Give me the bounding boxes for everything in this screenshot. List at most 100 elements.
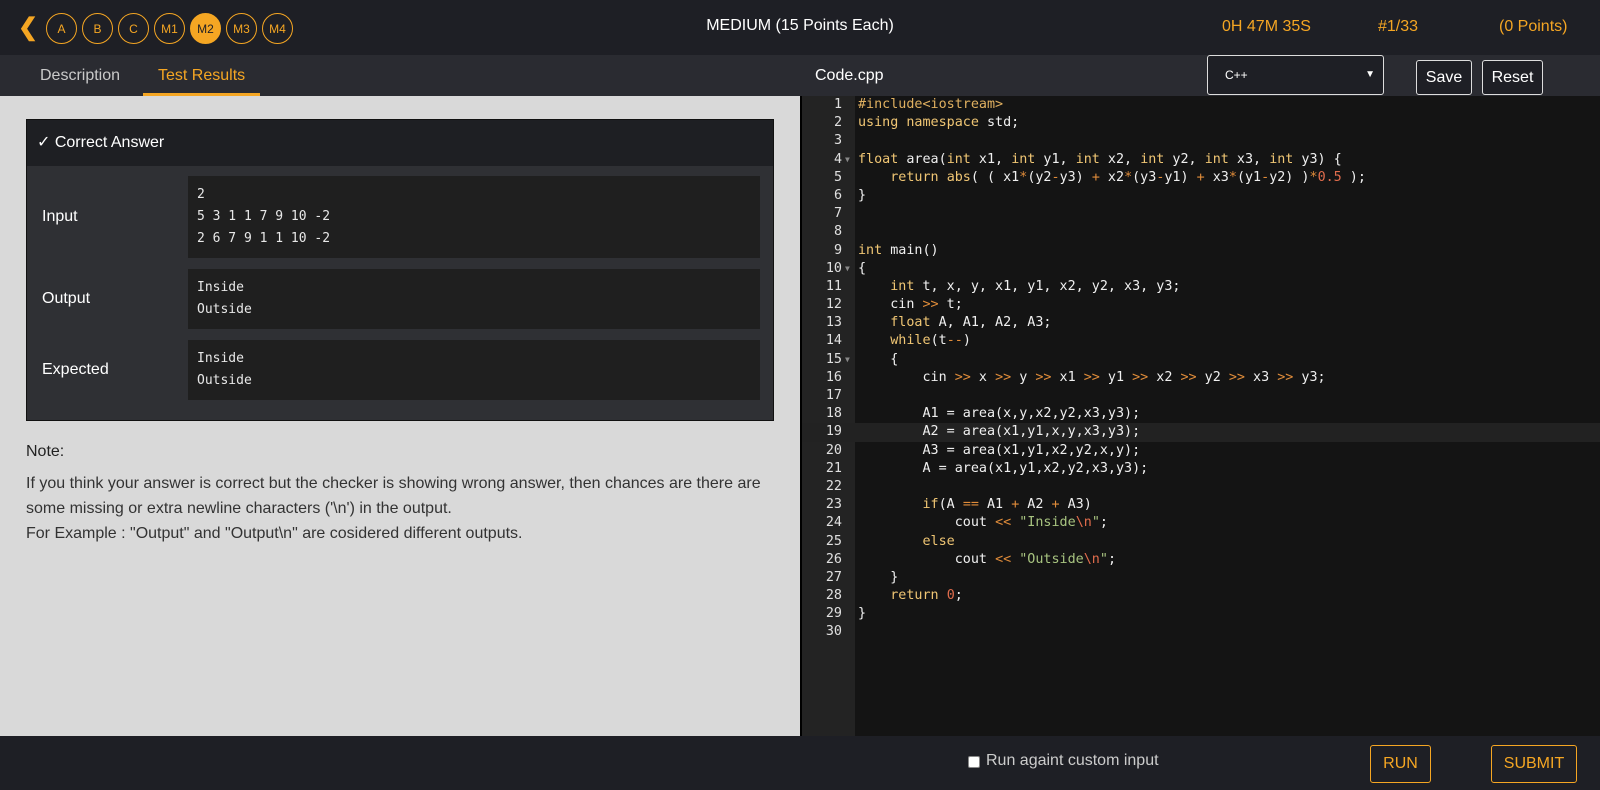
code-line[interactable]: 28 return 0; xyxy=(802,587,1600,605)
code-text: if(A == A1 + A2 + A3) xyxy=(922,497,1092,513)
note-line-1: If you think your answer is correct but … xyxy=(26,475,761,517)
note-line-2: For Example : "Output" and "Output\n" ar… xyxy=(26,525,523,542)
line-number: 2 xyxy=(833,115,842,131)
code-text: while(t--) xyxy=(890,333,971,349)
code-line[interactable]: 5 return abs( ( x1*(y2-y3) + x2*(y3-y1) … xyxy=(802,169,1600,187)
question-button-m4[interactable]: M4 xyxy=(262,13,293,44)
result-box: ✓ Correct Answer Input 2 5 3 1 1 7 9 10 … xyxy=(26,119,774,421)
question-count: #1/33 xyxy=(1378,18,1419,35)
line-number: 24 xyxy=(825,515,842,531)
code-line[interactable]: 26 cout << "Outside\n"; xyxy=(802,551,1600,569)
code-line[interactable]: 12 cin >> t; xyxy=(802,296,1600,314)
expected-label: Expected xyxy=(42,361,109,378)
code-line[interactable]: 19 A2 = area(x1,y1,x,y,x3,y3); xyxy=(802,423,1600,442)
code-line[interactable]: 16 cin >> x >> y >> x1 >> y1 >> x2 >> y2… xyxy=(802,369,1600,387)
custom-input-checkbox[interactable] xyxy=(968,756,980,768)
code-line[interactable]: 7 xyxy=(802,205,1600,223)
code-line[interactable]: 14 while(t--) xyxy=(802,332,1600,350)
code-text: { xyxy=(858,351,899,367)
code-line[interactable]: 9 int main() xyxy=(802,242,1600,260)
line-number: 19 xyxy=(825,424,842,440)
code-line[interactable]: 27 } xyxy=(802,569,1600,587)
code-line[interactable]: 13 float A, A1, A2, A3; xyxy=(802,314,1600,332)
question-button-m1[interactable]: M1 xyxy=(154,13,185,44)
code-line[interactable]: 8 xyxy=(802,223,1600,241)
code-line[interactable]: 25 else xyxy=(802,533,1600,551)
code-line[interactable]: 24 cout << "Inside\n"; xyxy=(802,514,1600,532)
code-line[interactable]: 2 using namespace std; xyxy=(802,114,1600,132)
code-line[interactable]: 11 int t, x, y, x1, y1, x2, y2, x3, y3; xyxy=(802,278,1600,296)
line-number: 7 xyxy=(833,206,842,222)
code-line[interactable]: 18 A1 = area(x,y,x2,y2,x3,y3); xyxy=(802,405,1600,423)
question-button-m3[interactable]: M3 xyxy=(226,13,257,44)
question-button-c[interactable]: C xyxy=(118,13,149,44)
line-number: 26 xyxy=(825,551,842,567)
line-number: 11 xyxy=(825,278,842,294)
chevron-left-icon[interactable]: ❮ xyxy=(18,15,40,41)
bottom-bar: Run againt custom input RUN SUBMIT xyxy=(0,736,1600,790)
input-value: 2 5 3 1 1 7 9 10 -2 2 6 7 9 1 1 10 -2 xyxy=(188,176,760,258)
code-line[interactable]: 29} xyxy=(802,605,1600,623)
top-bar: ❮ A B C M1 M2 M3 M4 MEDIUM (15 Points Each) 0H… xyxy=(0,0,1600,55)
line-number: 14 xyxy=(825,333,842,349)
reset-button[interactable]: Reset xyxy=(1482,60,1543,95)
tab-test-results[interactable]: Test Results xyxy=(143,55,261,96)
line-number: 22 xyxy=(825,478,842,494)
sub-bar: Description Test Results Code.cpp C++ ▼ … xyxy=(0,55,1600,96)
timer: 0H 47M 35S xyxy=(1222,18,1311,35)
line-number: 12 xyxy=(825,297,842,313)
code-line[interactable]: 15 ▼ { xyxy=(802,351,1600,369)
input-label: Input xyxy=(42,208,78,225)
code-line[interactable]: 1 #include<iostream> xyxy=(802,96,1600,114)
code-text: } xyxy=(858,569,899,585)
code-line[interactable]: 10 ▼ { xyxy=(802,260,1600,278)
line-number: 9 xyxy=(833,242,842,258)
line-number: 16 xyxy=(825,369,842,385)
line-number: 3 xyxy=(833,133,842,149)
code-line[interactable]: 22 xyxy=(802,478,1600,496)
save-button[interactable]: Save xyxy=(1416,60,1472,95)
line-number: 13 xyxy=(825,315,842,331)
line-number: 25 xyxy=(825,533,842,549)
code-line[interactable]: 30 xyxy=(802,623,1600,641)
submit-button[interactable]: SUBMIT xyxy=(1491,745,1577,783)
fold-arrow-icon[interactable]: ▼ xyxy=(845,351,850,369)
code-line[interactable]: 23 if(A == A1 + A2 + A3) xyxy=(802,496,1600,514)
code-text: cout << "Outside\n"; xyxy=(858,551,1116,567)
question-button-a[interactable]: A xyxy=(46,13,77,44)
fold-arrow-icon[interactable]: ▼ xyxy=(845,151,850,169)
line-number: 23 xyxy=(825,497,842,513)
question-nav: A B C M1 M2 M3 M4 xyxy=(46,13,293,44)
code-text: cin >> t; xyxy=(858,297,963,313)
code-text: int main() xyxy=(858,242,939,258)
code-text: { xyxy=(858,260,867,276)
code-line[interactable]: 20 A3 = area(x1,y1,x2,y2,x,y); xyxy=(802,442,1600,460)
code-line[interactable]: 4 ▼ float area(int x1, int y1, int x2, int… xyxy=(802,151,1600,169)
code-text: } xyxy=(858,606,867,622)
question-button-m2[interactable]: M2 xyxy=(190,13,221,44)
code-line[interactable]: 21 A = area(x1,y1,x2,y2,x3,y3); xyxy=(802,460,1600,478)
code-text: cout << "Inside\n"; xyxy=(858,515,1108,531)
run-button[interactable]: RUN xyxy=(1370,745,1431,783)
language-select[interactable]: C++ ▼ xyxy=(1207,55,1384,95)
code-line[interactable]: 17 xyxy=(802,387,1600,405)
line-number: 17 xyxy=(825,388,842,403)
note-title: Note: xyxy=(26,443,65,460)
question-button-b[interactable]: B xyxy=(82,13,113,44)
code-area[interactable]: 1 #include<iostream> 2 using namespace std;… xyxy=(802,96,1600,642)
code-line[interactable]: 3 xyxy=(802,132,1600,150)
code-text: float area(int x1, int y1, int x2, int y… xyxy=(858,151,1342,167)
line-number: 18 xyxy=(825,406,842,422)
line-number: 20 xyxy=(825,442,842,458)
code-text: A3 = area(x1,y1,x2,y2,x,y); xyxy=(858,442,1141,458)
line-number: 28 xyxy=(825,588,842,604)
line-number: 6 xyxy=(833,187,842,203)
code-text: int t, x, y, x1, y1, x2, y2, x3, y3; xyxy=(890,278,1181,294)
points-display: (0 Points) xyxy=(1499,18,1568,35)
fold-arrow-icon[interactable]: ▼ xyxy=(845,260,850,278)
code-text: #include<iostream> xyxy=(858,97,1004,112)
tab-description[interactable]: Description xyxy=(40,55,120,96)
line-number: 27 xyxy=(825,569,842,585)
code-line[interactable]: 6} xyxy=(802,187,1600,205)
code-editor[interactable]: 1 #include<iostream> 2 using namespace std;… xyxy=(800,96,1600,736)
